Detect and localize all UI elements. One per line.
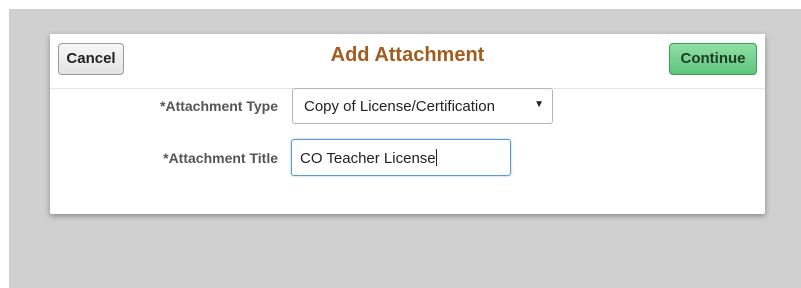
dialog-header: Cancel Add Attachment Continue	[50, 34, 765, 89]
dropdown-arrow-icon: ▼	[534, 99, 544, 110]
dialog-title: Add Attachment	[330, 44, 485, 66]
text-caret	[435, 149, 437, 166]
attachment-title-label: *Attachment Title	[163, 150, 278, 166]
add-attachment-dialog: Cancel Add Attachment Continue	[50, 34, 765, 214]
attachment-type-selected-value: Copy of License/Certification	[304, 98, 495, 115]
continue-button[interactable]: Continue	[669, 43, 757, 75]
attachment-title-input[interactable]: CO Teacher License	[291, 139, 511, 176]
attachment-title-value: CO Teacher License	[300, 150, 436, 167]
attachment-type-select[interactable]: Copy of License/Certification ▼	[292, 88, 553, 124]
attachment-type-label: *Attachment Type	[160, 98, 278, 114]
